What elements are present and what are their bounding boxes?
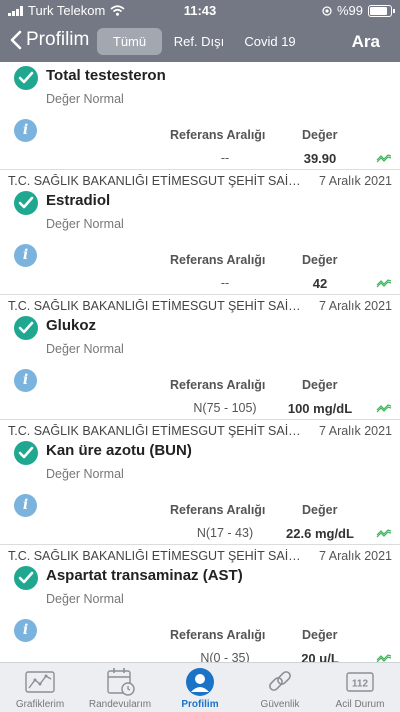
tab-acil-durum[interactable]: 112 Acil Durum — [320, 663, 400, 712]
tab-label: Profilim — [181, 699, 219, 710]
info-icon[interactable]: i — [14, 369, 37, 392]
value-header: Değer — [302, 253, 338, 267]
check-icon — [14, 66, 38, 90]
trend-chart-icon[interactable] — [376, 653, 392, 662]
check-icon — [14, 441, 38, 465]
back-button[interactable]: Profilim — [10, 29, 89, 51]
hospital-name: T.C. SAĞLIK BAKANLIĞI ETİMESGUT ŞEHİT SA… — [8, 299, 308, 313]
reference-value: -- — [220, 151, 230, 165]
trend-chart-icon[interactable] — [376, 403, 392, 413]
hospital-name: T.C. SAĞLIK BAKANLIĞI ETİMESGUT ŞEHİT SA… — [8, 174, 308, 188]
tab-bar: Grafiklerim Randevularım Profilim Güvenl… — [0, 662, 400, 712]
segment-all[interactable]: Tümü — [97, 28, 162, 55]
result-status: Değer Normal — [46, 92, 124, 106]
result-card[interactable]: T.C. SAĞLIK BAKANLIĞI ETİMESGUT ŞEHİT SA… — [0, 295, 400, 420]
info-icon[interactable]: i — [14, 619, 37, 642]
reference-header: Referans Aralığı — [170, 253, 266, 267]
info-icon[interactable]: i — [14, 244, 37, 267]
search-button[interactable]: Ara — [352, 32, 380, 52]
test-name: Kan üre azotu (BUN) — [46, 442, 192, 459]
result-card[interactable]: T.C. SAĞLIK BAKANLIĞI ETİMESGUT ŞEHİT SA… — [0, 545, 400, 662]
reference-value: N(17 - 43) — [196, 526, 254, 540]
trend-chart-icon[interactable] — [376, 153, 392, 163]
navigation-bar: Profilim Tümü Ref. Dışı Covid 19 Ara — [0, 22, 400, 62]
segment-out-of-range[interactable]: Ref. Dışı — [166, 28, 232, 55]
emergency-number: 112 — [352, 679, 369, 690]
test-name: Total testesteron — [46, 67, 166, 84]
tab-randevularim[interactable]: Randevularım — [80, 663, 160, 712]
emergency-112-icon: 112 — [346, 672, 374, 692]
test-name: Aspartat transaminaz (AST) — [46, 567, 243, 584]
result-value: 42 — [312, 276, 328, 291]
result-status: Değer Normal — [46, 342, 124, 356]
result-value: 39.90 — [303, 151, 337, 166]
result-value: 22.6 mg/dL — [286, 526, 354, 541]
info-icon[interactable]: i — [14, 494, 37, 517]
location-icon — [322, 5, 332, 16]
segment-covid-19[interactable]: Covid 19 — [236, 28, 304, 55]
reference-value: N(0 - 35) — [200, 651, 250, 662]
chart-icon — [25, 671, 55, 693]
result-status: Değer Normal — [46, 217, 124, 231]
result-status: Değer Normal — [46, 592, 124, 606]
result-card[interactable]: T.C. SAĞLIK BAKANLIĞI ETİMESGUT ŞEHİT SA… — [0, 170, 400, 295]
tab-guvenlik[interactable]: Güvenlik — [240, 663, 320, 712]
value-header: Değer — [302, 378, 338, 392]
check-icon — [14, 191, 38, 215]
back-label: Profilim — [26, 29, 90, 50]
lab-results-list[interactable]: Total testesteron Değer Normal i Referan… — [0, 62, 400, 662]
result-card[interactable]: Total testesteron Değer Normal i Referan… — [0, 62, 400, 170]
result-date: 7 Aralık 2021 — [319, 424, 392, 438]
result-date: 7 Aralık 2021 — [319, 174, 392, 188]
profile-icon — [186, 668, 214, 696]
battery-icon — [368, 4, 395, 17]
value-header: Değer — [302, 628, 338, 642]
reference-value: -- — [220, 276, 230, 290]
tab-label: Acil Durum — [335, 699, 385, 710]
result-status: Değer Normal — [46, 467, 124, 481]
tab-grafiklerim[interactable]: Grafiklerim — [0, 663, 80, 712]
reference-header: Referans Aralığı — [170, 503, 266, 517]
info-icon[interactable]: i — [14, 119, 37, 142]
tab-profilim[interactable]: Profilim — [160, 663, 240, 712]
reference-value: N(75 - 105) — [193, 401, 257, 415]
check-icon — [14, 316, 38, 340]
hospital-name: T.C. SAĞLIK BAKANLIĞI ETİMESGUT ŞEHİT SA… — [8, 549, 308, 563]
value-header: Değer — [302, 128, 338, 142]
trend-chart-icon[interactable] — [376, 278, 392, 288]
link-icon — [269, 671, 291, 691]
chevron-left-icon — [10, 30, 22, 50]
reference-header: Referans Aralığı — [170, 628, 266, 642]
tab-label: Güvenlik — [260, 699, 300, 710]
check-icon — [14, 566, 38, 590]
hospital-name: T.C. SAĞLIK BAKANLIĞI ETİMESGUT ŞEHİT SA… — [8, 424, 308, 438]
trend-chart-icon[interactable] — [376, 528, 392, 538]
result-value: 20 u/L — [301, 651, 339, 662]
value-header: Değer — [302, 503, 338, 517]
result-date: 7 Aralık 2021 — [319, 549, 392, 563]
calendar-icon — [107, 668, 135, 696]
result-card[interactable]: T.C. SAĞLIK BAKANLIĞI ETİMESGUT ŞEHİT SA… — [0, 420, 400, 545]
tab-label: Grafiklerim — [15, 699, 65, 710]
reference-header: Referans Aralığı — [170, 378, 266, 392]
test-name: Glukoz — [46, 317, 97, 334]
battery-percent: %99 — [336, 3, 363, 18]
result-date: 7 Aralık 2021 — [319, 299, 392, 313]
test-name: Estradiol — [46, 192, 111, 209]
tab-label: Randevularım — [88, 699, 152, 710]
reference-header: Referans Aralığı — [170, 128, 266, 142]
result-value: 100 mg/dL — [287, 401, 353, 416]
status-bar: Turk Telekom 11:43 %99 — [0, 0, 400, 22]
